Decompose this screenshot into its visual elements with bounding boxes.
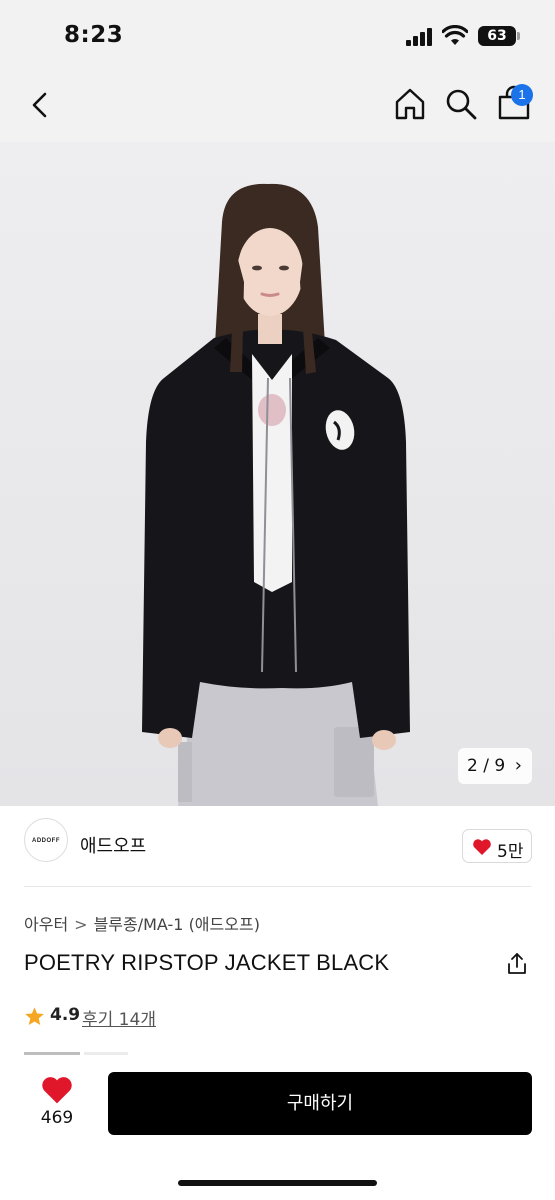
breadcrumb: 아우터 > 블루종/MA-1 (애드오프) xyxy=(24,911,260,935)
status-bar: 8:23 63 xyxy=(0,0,555,70)
share-icon[interactable] xyxy=(506,952,528,976)
rating-score: 4.9 xyxy=(50,1005,81,1025)
brand-name[interactable]: 애드오프 xyxy=(80,832,146,858)
heart-icon xyxy=(42,1077,72,1104)
brand-like-button[interactable]: 5만 xyxy=(462,829,532,863)
breadcrumb-item-category[interactable]: 아우터 xyxy=(24,915,68,934)
product-photo xyxy=(0,142,555,806)
product-title: POETRY RIPSTOP JACKET BLACK xyxy=(24,950,390,975)
buy-button[interactable]: 구매하기 xyxy=(108,1072,532,1135)
tab-indicator xyxy=(24,1052,80,1055)
home-indicator xyxy=(178,1180,377,1186)
wifi-icon xyxy=(442,25,468,45)
search-icon[interactable] xyxy=(444,86,478,122)
home-icon[interactable] xyxy=(392,86,428,122)
breadcrumb-item-subcategory[interactable]: 블루종/MA-1 (애드오프) xyxy=(94,915,260,934)
cart-badge: 1 xyxy=(511,84,533,106)
status-time: 8:23 xyxy=(64,22,124,48)
brand-like-count: 5만 xyxy=(497,842,524,862)
product-image[interactable] xyxy=(0,142,555,806)
review-link[interactable]: 후기 14개 xyxy=(82,1005,156,1030)
image-counter[interactable]: 2 / 9 › xyxy=(458,748,532,784)
brand-logo[interactable]: ADDOFF xyxy=(24,818,68,862)
breadcrumb-separator: > xyxy=(74,915,88,934)
image-counter-text: 2 / 9 xyxy=(467,756,506,776)
signal-icon xyxy=(406,28,434,46)
battery-cap xyxy=(517,32,520,40)
heart-icon xyxy=(473,839,491,855)
battery-icon: 63 xyxy=(478,26,516,46)
chevron-right-icon: › xyxy=(514,755,522,776)
back-arrow-icon[interactable] xyxy=(26,88,56,122)
wishlist-count: 469 xyxy=(40,1108,74,1128)
tab-indicator-inactive xyxy=(84,1052,128,1055)
star-icon xyxy=(25,1007,44,1025)
nav-bar xyxy=(0,70,555,142)
divider xyxy=(24,886,531,887)
